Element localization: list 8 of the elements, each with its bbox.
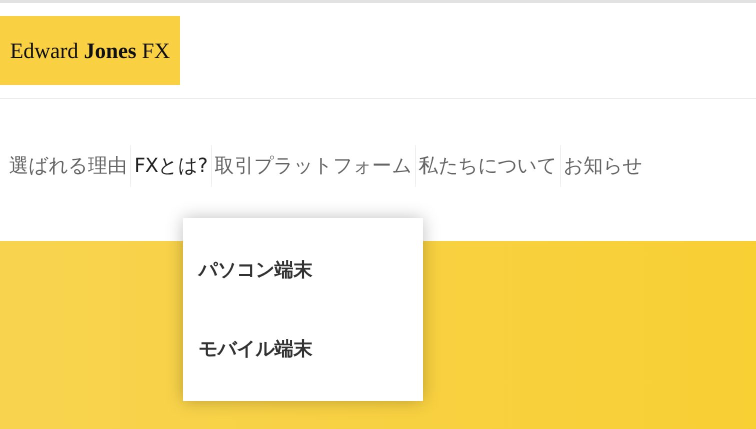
nav-link[interactable]: 取引プラットフォーム <box>212 151 415 181</box>
nav-link[interactable]: 選ばれる理由 <box>6 151 130 181</box>
dropdown-item[interactable]: モバイル端末 <box>182 334 423 363</box>
dropdown-item[interactable]: パソコン端末 <box>182 256 423 284</box>
logo[interactable]: Edward Jones FX <box>0 16 180 85</box>
nav-link[interactable]: FXとは? <box>131 151 211 181</box>
nav-link[interactable]: 私たちについて <box>416 151 560 181</box>
nav-link[interactable]: お知らせ <box>560 151 646 181</box>
